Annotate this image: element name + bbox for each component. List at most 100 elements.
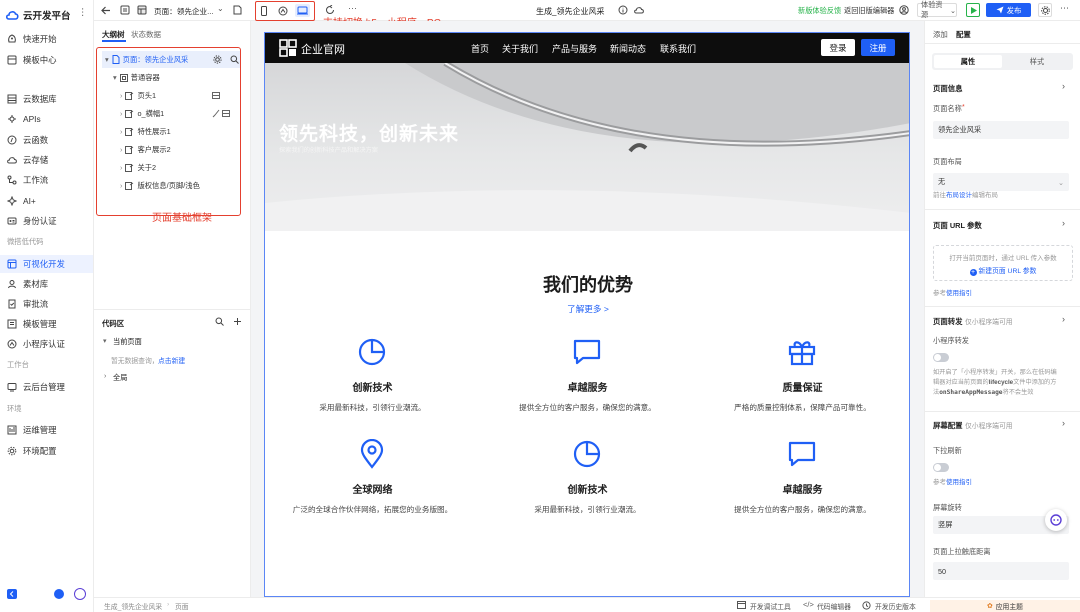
caret-down-icon[interactable]: ▾ xyxy=(103,337,107,345)
layout-icon[interactable] xyxy=(137,5,147,15)
gear-icon[interactable] xyxy=(213,55,222,64)
sidebar-item-ops[interactable]: 运维管理 xyxy=(0,421,93,439)
sidebar-item-miniapp-cert[interactable]: 小程序认证 xyxy=(0,335,93,353)
history-button[interactable]: 开发历史版本 xyxy=(875,601,916,611)
tree-row-about[interactable]: › 关于2 xyxy=(102,159,240,176)
site-menu-contact[interactable]: 联系我们 xyxy=(660,42,696,55)
guide-link[interactable]: 使用指引 xyxy=(946,479,972,486)
sidebar-item-template-manage[interactable]: 模板管理 xyxy=(0,315,93,333)
pc-button[interactable] xyxy=(295,4,310,17)
user-icon[interactable] xyxy=(899,5,909,15)
breadcrumb-page[interactable]: 生成_领先企业风采 xyxy=(104,601,162,611)
page-list-icon[interactable] xyxy=(120,5,130,15)
tree-row-banner[interactable]: › o_横幅1 xyxy=(102,105,240,122)
chevron-right-icon[interactable]: › xyxy=(1062,218,1065,228)
search-icon[interactable] xyxy=(230,55,239,64)
tree-row-page[interactable]: ▾ 页面：领先企业风采 xyxy=(102,51,240,68)
more-actions[interactable]: ··· xyxy=(348,3,357,13)
site-menu-news[interactable]: 新闻动态 xyxy=(610,42,646,55)
collapse-sidebar-button[interactable] xyxy=(7,589,17,599)
back-old-editor[interactable]: 返回旧版编辑器 xyxy=(844,6,894,16)
site-menu-about[interactable]: 关于我们 xyxy=(502,42,538,55)
more-icon[interactable]: ⋮ xyxy=(78,7,88,18)
screen-config-title[interactable]: 屏幕配置 xyxy=(933,420,963,431)
chevron-right-icon[interactable]: › xyxy=(1062,418,1065,428)
sidebar-item-template[interactable]: 模板中心 xyxy=(0,51,93,69)
tree-row-header[interactable]: › 页头1 xyxy=(102,87,240,104)
sidebar-item-ai[interactable]: AI+ xyxy=(0,192,93,210)
tree-row-footer[interactable]: › 版权信息/页脚/浅色 xyxy=(102,177,240,194)
back-arrow-icon[interactable] xyxy=(101,6,111,15)
global-node[interactable]: 全局 xyxy=(113,373,127,383)
cloud-sync-icon[interactable] xyxy=(634,5,644,15)
sidebar-item-database[interactable]: 云数据库 xyxy=(0,90,93,108)
notification-icon[interactable] xyxy=(54,589,64,599)
apply-theme-button[interactable]: ✿ 应用主题 xyxy=(930,600,1080,612)
page-selector[interactable]: 页面：领先企业... xyxy=(154,6,214,17)
caret-right-icon[interactable]: › xyxy=(104,373,106,380)
segment-style[interactable]: 样式 xyxy=(1003,55,1071,68)
page-info-title[interactable]: 页面信息 xyxy=(933,83,963,94)
login-button[interactable]: 登录 xyxy=(821,39,855,56)
tab-config[interactable]: 配置 xyxy=(956,29,971,40)
layout-select[interactable]: 无 ⌄ xyxy=(933,173,1069,191)
mini-forward-toggle[interactable] xyxy=(933,353,949,362)
new-url-param-button[interactable]: + 新建页面 URL 参数 xyxy=(934,265,1072,276)
file-icon[interactable] xyxy=(233,5,242,15)
chevron-right-icon[interactable]: › xyxy=(1062,81,1065,91)
tree-row-feature[interactable]: › 特性展示1 xyxy=(102,123,240,140)
miniprogram-icon[interactable] xyxy=(278,6,288,16)
publish-button[interactable]: 发布 xyxy=(986,3,1031,17)
register-button[interactable]: 注册 xyxy=(861,39,895,56)
page-name-input[interactable]: 领先企业风采 xyxy=(933,121,1069,139)
more-icon[interactable]: ⋯ xyxy=(1060,3,1069,14)
page-preview[interactable]: 企业官网 首页 关于我们 产品与服务 新闻动态 联系我们 登录 注册 领先科技，… xyxy=(264,32,910,597)
segment-props[interactable]: 属性 xyxy=(934,55,1002,68)
info-icon[interactable] xyxy=(618,5,628,15)
tree-row-container[interactable]: ▾ 普通容器 xyxy=(102,69,240,86)
sidebar-item-id[interactable]: 身份认证 xyxy=(0,212,93,230)
tab-outline-tree[interactable]: 大纲树 xyxy=(102,29,125,40)
guide-link[interactable]: 使用指引 xyxy=(946,290,972,297)
tab-state-data[interactable]: 状态数据 xyxy=(131,29,161,40)
component-icon xyxy=(125,145,134,154)
settings-button[interactable] xyxy=(1038,3,1052,17)
sidebar-item-visual[interactable]: 可视化开发 xyxy=(0,255,93,273)
url-params-title[interactable]: 页面 URL 参数 xyxy=(933,220,982,231)
sidebar-item-admin[interactable]: 云后台管理 xyxy=(0,378,93,396)
assistant-fab[interactable] xyxy=(1045,509,1067,531)
tree-row-customer[interactable]: › 客户展示2 xyxy=(102,141,240,158)
reach-bottom-input[interactable]: 50 xyxy=(933,562,1069,580)
layout-design-link[interactable]: 布局设计 xyxy=(946,192,972,199)
sidebar-item-storage[interactable]: 云存储 xyxy=(0,151,93,169)
sidebar-item-approval[interactable]: 审批流 xyxy=(0,295,93,313)
sidebar-item-material[interactable]: 素材库 xyxy=(0,275,93,293)
search-icon[interactable] xyxy=(215,317,224,326)
pull-refresh-toggle[interactable] xyxy=(933,463,949,472)
chevron-down-icon[interactable]: ⌄ xyxy=(217,4,224,13)
code-editor-button[interactable]: 代码编辑器 xyxy=(817,601,851,611)
learn-more-link[interactable]: 了解更多 > xyxy=(265,303,909,315)
add-icon[interactable] xyxy=(233,317,242,326)
sidebar-item-rocket[interactable]: 快速开始 xyxy=(0,30,93,48)
feedback-link[interactable]: 新版体验反馈 xyxy=(798,6,841,16)
sidebar-item-api[interactable]: APIs xyxy=(0,110,93,128)
site-menu-home[interactable]: 首页 xyxy=(471,42,489,55)
tab-add[interactable]: 添加 xyxy=(933,29,948,40)
sidebar-item-env[interactable]: 环境配置 xyxy=(0,442,93,460)
sidebar-item-workflow[interactable]: 工作流 xyxy=(0,171,93,189)
url-params-empty: 打开当前页面时，通过 URL 传入参数 + 新建页面 URL 参数 xyxy=(933,245,1073,281)
chevron-right-icon[interactable]: › xyxy=(1062,314,1065,324)
preview-button[interactable] xyxy=(966,3,980,17)
env-select[interactable]: 体验资源 ⌄ xyxy=(917,0,957,19)
current-page-node[interactable]: 当前页面 xyxy=(113,337,142,347)
assistant-icon[interactable] xyxy=(74,588,86,600)
create-query-link[interactable]: 点击新建 xyxy=(158,355,185,365)
brand[interactable]: 云开发平台 ⋮ xyxy=(6,7,88,22)
debug-tools-button[interactable]: 开发调试工具 xyxy=(750,601,791,611)
mobile-icon[interactable] xyxy=(260,6,268,16)
forward-title[interactable]: 页面转发 xyxy=(933,316,963,327)
sidebar-item-function[interactable]: 云函数 xyxy=(0,131,93,149)
breadcrumb-current[interactable]: 页面 xyxy=(175,601,189,611)
site-menu-products[interactable]: 产品与服务 xyxy=(552,42,597,55)
